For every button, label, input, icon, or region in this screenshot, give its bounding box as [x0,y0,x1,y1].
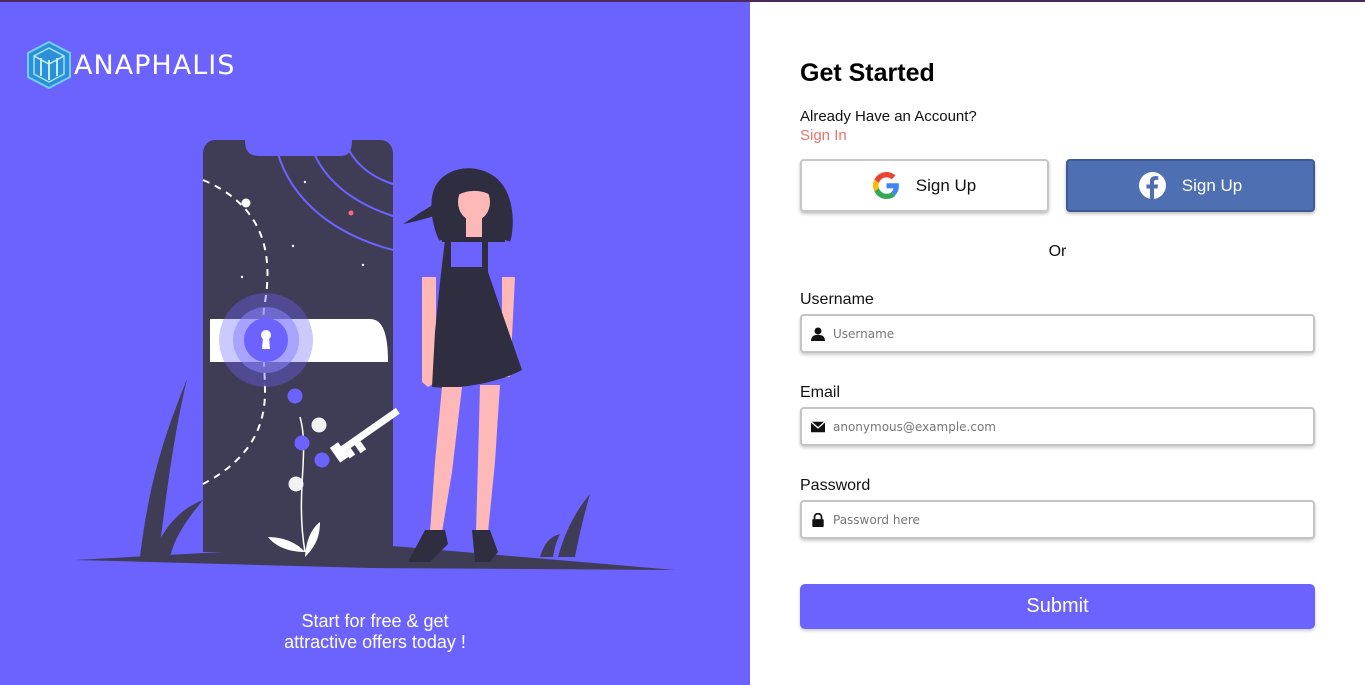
google-signup-label: Sign Up [915,175,977,195]
envelope-icon [811,420,825,432]
facebook-signup-button[interactable]: Sign Up [1066,159,1315,212]
page-title: Get Started [800,59,935,87]
facebook-signup-label: Sign Up [1181,175,1243,195]
lock-icon [812,512,824,527]
username-field[interactable] [800,314,1315,353]
tagline-line-2: attractive offers today ! [284,632,466,652]
tagline: Start for free & get attractive offers t… [0,611,750,653]
username-label: Username [800,291,874,308]
facebook-icon [1138,172,1166,199]
brand-logo[interactable]: ANAPHALIS [26,40,235,90]
username-input[interactable] [833,316,1313,351]
left-panel: ANAPHALIS Start for free & get attractiv… [0,2,750,685]
submit-button[interactable]: Submit [800,584,1315,629]
user-icon [811,326,825,341]
or-divider: Or [1048,243,1067,260]
sign-in-link[interactable]: Sign In [800,127,847,144]
email-field[interactable] [800,407,1315,446]
tagline-line-1: Start for free & get [301,611,449,631]
google-signup-button[interactable]: Sign Up [800,159,1049,212]
password-input[interactable] [833,502,1313,537]
signup-panel: Get Started Already Have an Account? Sig… [750,2,1365,685]
have-account-text: Already Have an Account? [800,108,977,125]
security-illustration [75,140,675,570]
password-field[interactable] [800,500,1315,539]
email-input[interactable] [833,409,1313,444]
password-label: Password [800,477,871,494]
brand-name: ANAPHALIS [74,49,236,81]
cube-logo-icon [27,40,71,90]
email-label: Email [800,384,841,401]
google-icon [872,172,899,199]
